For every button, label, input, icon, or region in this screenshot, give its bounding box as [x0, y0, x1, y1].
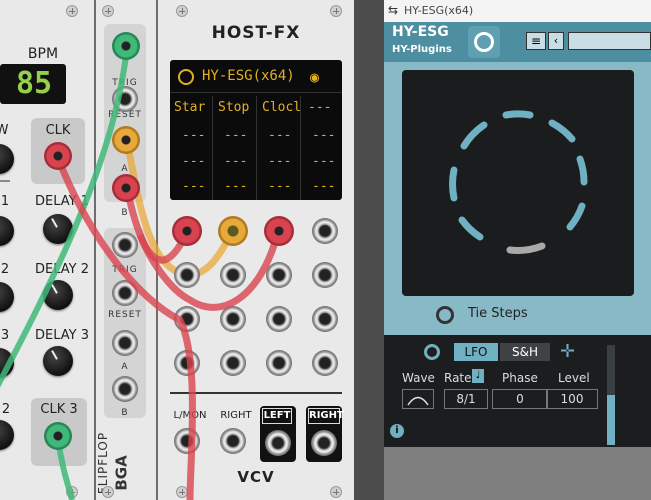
step-segment[interactable]	[460, 121, 488, 150]
tie-steps-label: Tie Steps	[468, 306, 528, 321]
wave-selector[interactable]	[402, 389, 434, 409]
window-title: HY-ESG(x64)	[404, 4, 474, 17]
move-icon[interactable]: ✛	[560, 341, 575, 362]
brand-sub: HY-Plugins	[392, 44, 452, 55]
cable-orange	[123, 139, 236, 279]
phase-label: Phase	[502, 371, 538, 385]
b-output-jack[interactable]	[112, 174, 140, 202]
step-display	[402, 70, 634, 296]
chevron-left-icon[interactable]: ‹	[548, 32, 564, 50]
power-button[interactable]	[468, 26, 500, 58]
tie-steps-power-icon[interactable]	[436, 306, 454, 324]
plug-icon: ⇆	[388, 3, 399, 17]
jack[interactable]	[174, 262, 200, 288]
input-jack-2[interactable]	[218, 216, 248, 246]
step-segment[interactable]	[566, 202, 586, 231]
tab-sh[interactable]: S&H	[500, 343, 550, 361]
input-jack-1[interactable]	[172, 216, 202, 246]
level-label: Level	[558, 371, 590, 385]
step-segment[interactable]	[449, 166, 458, 202]
phase-value[interactable]: 0	[492, 389, 548, 409]
level-value[interactable]: 100	[546, 389, 598, 409]
preset-field[interactable]	[568, 32, 651, 50]
tab-lfo[interactable]: LFO	[454, 343, 498, 361]
clk3-input-jack[interactable]	[44, 422, 72, 450]
step-segment[interactable]	[458, 216, 484, 241]
wave-shape-icon	[407, 396, 429, 406]
step-segment[interactable]	[548, 119, 576, 143]
rate-label: Rate	[444, 371, 472, 385]
a-output-jack[interactable]	[112, 126, 140, 154]
menu-icon[interactable]: ≡	[526, 32, 546, 50]
cable-red	[54, 156, 196, 500]
input-jack-3[interactable]	[264, 216, 294, 246]
level-meter	[607, 345, 615, 445]
lfo-panel: LFO S&H ✛ Wave Rate ♩ Phase Level 8/1 0 …	[384, 335, 651, 447]
step-segment[interactable]	[576, 155, 588, 186]
wave-label: Wave	[402, 371, 435, 385]
trig-input-jack[interactable]	[112, 32, 140, 60]
step-segment[interactable]	[502, 110, 534, 119]
cable-green	[0, 47, 130, 388]
lfo-power-icon[interactable]	[424, 344, 440, 360]
brand-name: HY-ESG	[392, 24, 449, 40]
plugin-window: ⇆ HY-ESG(x64) HY-ESG HY-Plugins ≡ ‹ Tie …	[384, 0, 651, 447]
plugin-header: HY-ESG HY-Plugins ≡ ‹	[384, 22, 651, 62]
clk-input-jack[interactable]	[44, 142, 72, 170]
step-ring	[449, 110, 588, 254]
rate-value[interactable]: 8/1	[444, 389, 488, 409]
power-icon	[474, 32, 494, 52]
window-titlebar: ⇆ HY-ESG(x64)	[384, 0, 651, 22]
info-icon[interactable]: i	[390, 424, 404, 438]
step-segment[interactable]	[506, 242, 546, 254]
sync-icon[interactable]: ♩	[472, 369, 484, 383]
